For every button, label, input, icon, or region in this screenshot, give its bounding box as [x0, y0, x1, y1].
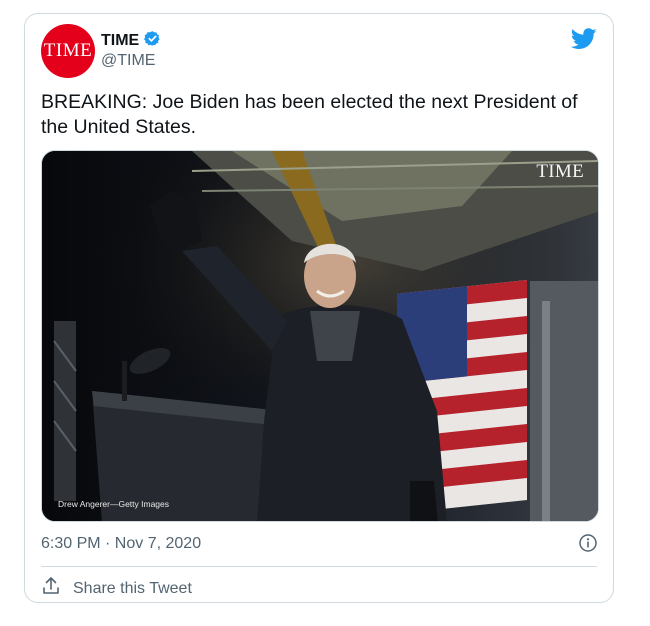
avatar-logo-text: TIME — [43, 40, 93, 61]
photo-credit: Drew Angerer—Getty Images — [58, 499, 170, 509]
share-label: Share this Tweet — [73, 579, 192, 597]
author-name-row: TIME — [101, 30, 161, 52]
tweet-card: TIME TIME @TIME BREAKING: Joe Biden has … — [24, 13, 614, 603]
time-watermark: TIME — [536, 161, 584, 182]
info-icon[interactable] — [579, 534, 597, 552]
share-icon — [41, 576, 61, 601]
twitter-bird-icon[interactable] — [570, 28, 597, 50]
avatar[interactable]: TIME — [41, 24, 95, 78]
divider — [41, 566, 597, 567]
biden-rally-photo — [42, 151, 598, 521]
display-name[interactable]: TIME — [101, 32, 139, 50]
share-tweet-button[interactable]: Share this Tweet — [41, 576, 192, 601]
verified-badge-icon — [144, 30, 161, 52]
user-handle[interactable]: @TIME — [101, 52, 155, 70]
tweet-timestamp[interactable]: 6:30 PM · Nov 7, 2020 — [41, 535, 201, 553]
tweet-photo[interactable]: TIME Drew Angerer—Getty Images — [41, 150, 599, 522]
tweet-text: BREAKING: Joe Biden has been elected the… — [41, 91, 578, 138]
